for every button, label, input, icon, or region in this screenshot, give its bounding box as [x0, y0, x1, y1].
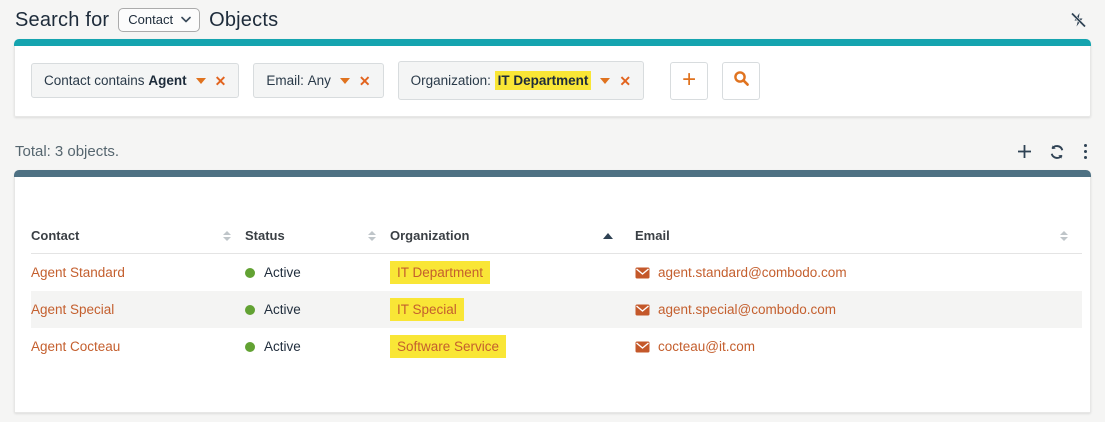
status-label: Active	[264, 339, 301, 354]
class-select[interactable]: Contact	[118, 8, 200, 32]
envelope-icon	[635, 267, 650, 279]
kebab-menu-icon[interactable]	[1082, 144, 1090, 160]
column-label: Contact	[31, 228, 79, 243]
status-label: Active	[264, 265, 301, 280]
envelope-icon	[635, 304, 650, 316]
filter-value: Agent	[148, 73, 186, 88]
status-dot	[245, 268, 255, 278]
filter-chip-organization[interactable]: Organization: IT Department ✕	[398, 61, 645, 100]
column-label: Organization	[390, 228, 469, 243]
results-actions	[1017, 144, 1090, 160]
search-criteria-panel: Contact contains Agent ✕ Email: Any ✕ Or…	[14, 39, 1091, 117]
page-title-prefix: Search for	[15, 9, 109, 32]
organization-link-highlighted[interactable]: IT Department	[390, 261, 490, 284]
remove-filter-icon[interactable]: ✕	[359, 74, 371, 88]
new-object-button[interactable]	[1017, 144, 1032, 159]
total-label: Total:	[15, 143, 51, 160]
status-dot	[245, 305, 255, 315]
filter-field-label: Contact contains	[44, 73, 145, 88]
filter-field-label: Organization:	[411, 73, 491, 88]
envelope-icon	[635, 341, 650, 353]
organization-link-highlighted[interactable]: IT Special	[390, 298, 464, 321]
add-criterion-button[interactable]: +	[670, 62, 708, 100]
column-label: Status	[245, 228, 285, 243]
column-header-contact[interactable]: Contact	[31, 222, 245, 254]
table-row[interactable]: Agent Special Active IT Special agent.sp…	[31, 291, 1082, 328]
email-link[interactable]: agent.special@combodo.com	[658, 302, 836, 317]
table-row[interactable]: Agent Cocteau Active Software Service co…	[31, 328, 1082, 365]
chevron-down-icon[interactable]	[340, 78, 350, 84]
chevron-down-icon	[181, 16, 191, 23]
remove-filter-icon[interactable]: ✕	[215, 74, 227, 88]
results-panel-body: Contact Status Organization Email	[14, 177, 1091, 413]
results-panel: Contact Status Organization Email	[14, 170, 1091, 413]
refresh-icon[interactable]	[1049, 144, 1065, 160]
email-link[interactable]: agent.standard@combodo.com	[658, 265, 847, 280]
results-table: Contact Status Organization Email	[31, 222, 1082, 365]
column-header-status[interactable]: Status	[245, 222, 390, 254]
contact-link[interactable]: Agent Cocteau	[31, 339, 120, 354]
sort-icon[interactable]	[223, 231, 231, 241]
results-panel-accent-bar	[14, 170, 1091, 177]
total-count: Total:3 objects.	[15, 143, 119, 160]
organization-link-highlighted[interactable]: Software Service	[390, 335, 506, 358]
filter-value: Any	[308, 73, 331, 88]
search-page: Search for Contact Objects Contact conta…	[0, 0, 1105, 422]
plus-icon: +	[682, 68, 696, 92]
results-toolbar: Total:3 objects.	[14, 117, 1091, 170]
page-header: Search for Contact Objects	[0, 0, 1105, 39]
filter-chip-contact[interactable]: Contact contains Agent ✕	[31, 63, 239, 98]
contact-link[interactable]: Agent Standard	[31, 265, 125, 280]
magnifier-icon	[733, 70, 750, 92]
contact-link[interactable]: Agent Special	[31, 302, 114, 317]
sort-icon[interactable]	[368, 231, 376, 241]
column-header-email[interactable]: Email	[635, 222, 1082, 254]
table-header-row: Contact Status Organization Email	[31, 222, 1082, 254]
column-label: Email	[635, 228, 670, 243]
email-link[interactable]: cocteau@it.com	[658, 339, 755, 354]
chevron-down-icon[interactable]	[600, 78, 610, 84]
filter-value-highlighted: IT Department	[495, 71, 592, 90]
search-panel-accent-bar	[14, 39, 1091, 46]
sort-asc-icon[interactable]	[603, 233, 613, 239]
status-label: Active	[264, 302, 301, 317]
page-title-suffix: Objects	[209, 9, 278, 32]
remove-filter-icon[interactable]: ✕	[619, 74, 631, 88]
total-value: 3 objects.	[55, 143, 119, 160]
search-button[interactable]	[722, 62, 760, 100]
chevron-down-icon[interactable]	[196, 78, 206, 84]
sort-icon[interactable]	[1060, 231, 1068, 241]
table-row[interactable]: Agent Standard Active IT Department agen…	[31, 254, 1082, 292]
status-dot	[245, 342, 255, 352]
search-panel-body: Contact contains Agent ✕ Email: Any ✕ Or…	[14, 46, 1091, 117]
zap-off-icon[interactable]	[1070, 12, 1087, 28]
column-header-organization[interactable]: Organization	[390, 222, 635, 254]
class-select-value: Contact	[128, 12, 173, 27]
filter-chip-email[interactable]: Email: Any ✕	[253, 63, 383, 98]
filter-field-label: Email:	[266, 73, 304, 88]
